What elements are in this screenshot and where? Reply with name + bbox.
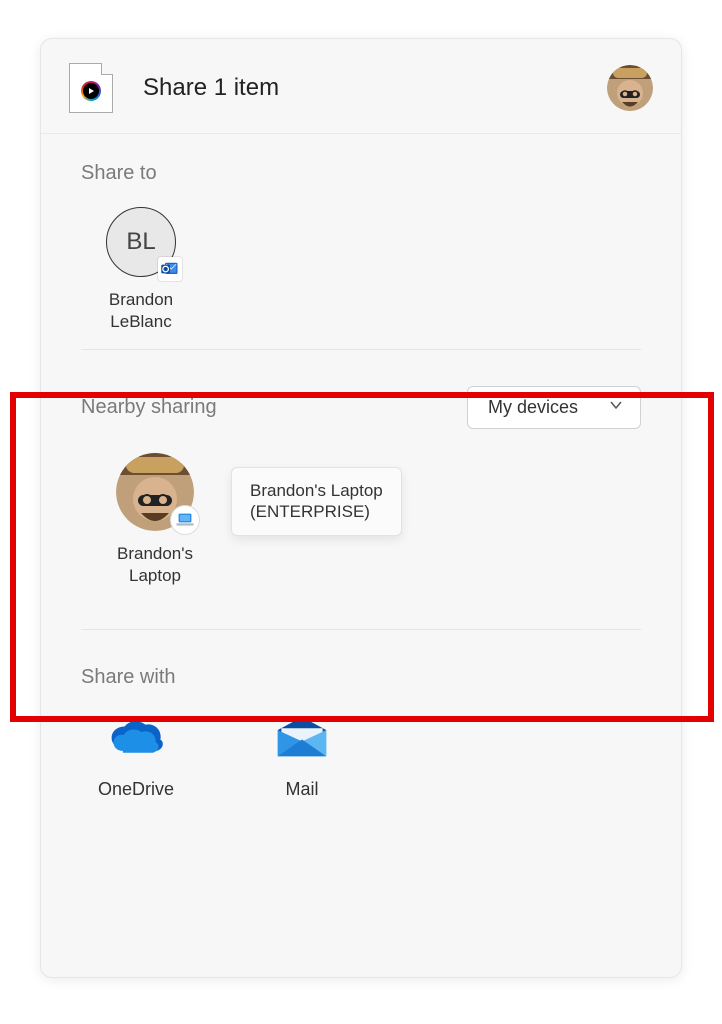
share-with-section: Share with OneDrive <box>41 638 681 808</box>
divider <box>81 629 641 630</box>
nearby-sharing-heading: Nearby sharing <box>81 396 217 419</box>
share-to-section: Share to BL Brandon LeBlanc <box>41 134 681 341</box>
device-label: Brandon's Laptop <box>117 543 193 587</box>
mail-icon <box>272 715 332 763</box>
nearby-sharing-section: Nearby sharing My devices <box>41 358 681 595</box>
panel-header: Share 1 item <box>41 39 681 134</box>
contact-avatar: BL <box>106 207 176 277</box>
nearby-device-brandons-laptop[interactable]: Brandon's Laptop <box>95 453 215 587</box>
dialog-title: Share 1 item <box>143 74 607 102</box>
chevron-down-icon <box>608 397 624 418</box>
share-with-heading: Share with <box>81 666 641 689</box>
onedrive-icon <box>106 715 166 763</box>
divider <box>81 349 641 350</box>
outlook-icon <box>158 257 182 281</box>
nearby-scope-dropdown[interactable]: My devices <box>467 386 641 429</box>
device-owner-avatar <box>116 453 194 531</box>
app-label: Mail <box>285 779 318 800</box>
device-tooltip: Brandon's Laptop (ENTERPRISE) <box>231 467 402 536</box>
dropdown-label: My devices <box>488 397 578 418</box>
app-label: OneDrive <box>98 779 174 800</box>
app-onedrive[interactable]: OneDrive <box>81 715 191 800</box>
laptop-icon <box>170 505 200 535</box>
media-file-icon <box>69 63 113 113</box>
share-panel: Share 1 item Share to BL <box>40 38 682 978</box>
share-to-heading: Share to <box>81 162 641 185</box>
app-mail[interactable]: Mail <box>247 715 357 800</box>
contact-name: Brandon LeBlanc <box>109 289 173 333</box>
contact-tile-brandon-leblanc[interactable]: BL Brandon LeBlanc <box>81 207 201 333</box>
current-user-avatar[interactable] <box>607 65 653 111</box>
